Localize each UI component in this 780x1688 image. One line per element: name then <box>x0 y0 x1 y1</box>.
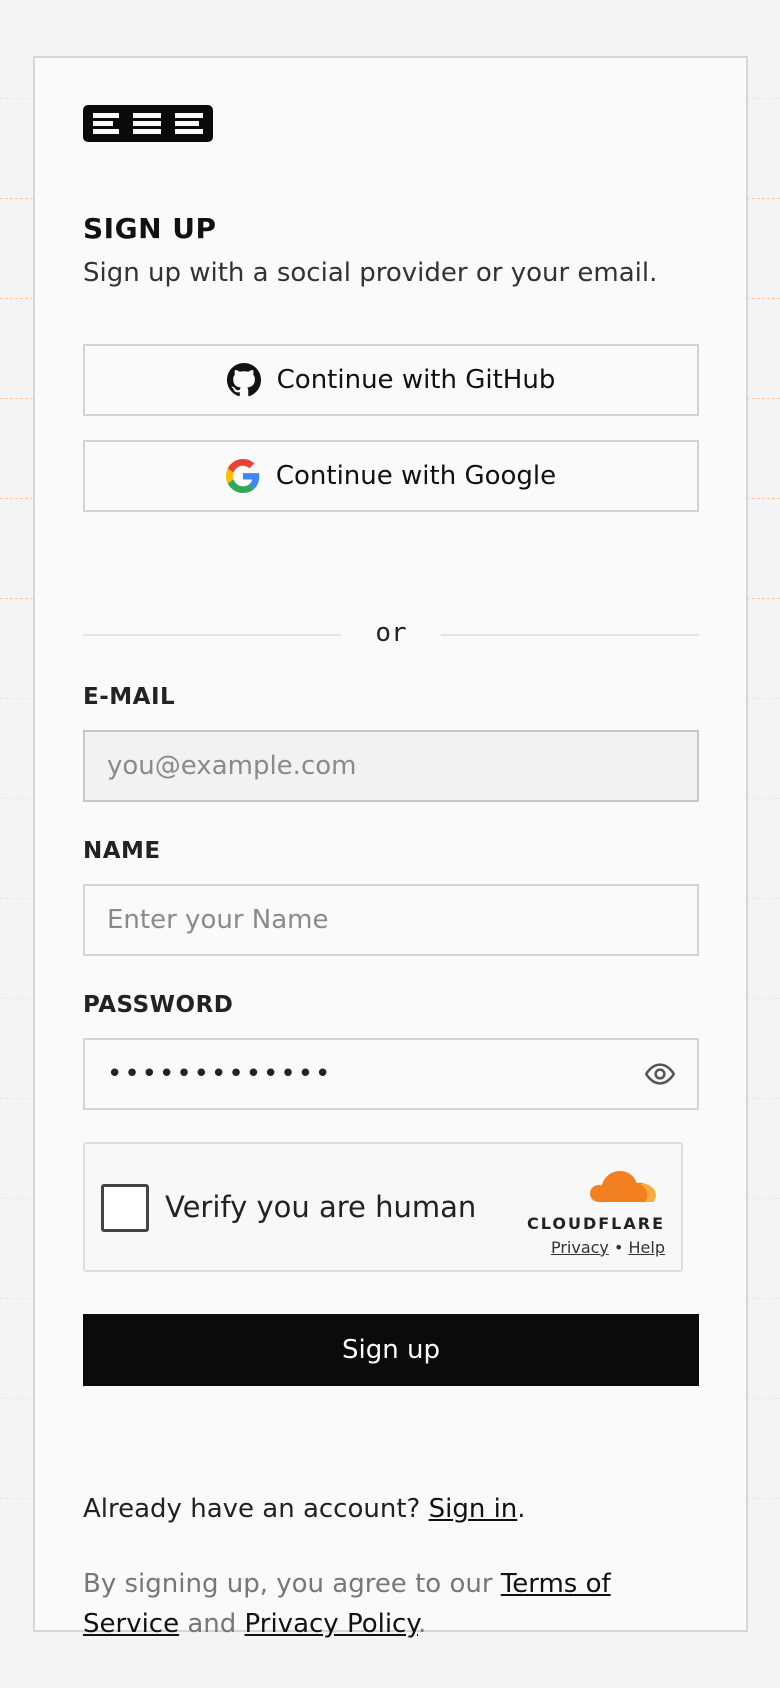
password-label: PASSWORD <box>83 992 234 1018</box>
google-button-label: Continue with Google <box>275 461 557 491</box>
cloudflare-captcha-widget: Verify you are human CLOUDFLARE Privacy … <box>83 1142 683 1272</box>
signin-suffix: . <box>517 1494 526 1524</box>
page-subtitle: Sign up with a social provider or your e… <box>83 258 658 288</box>
google-icon <box>225 459 260 493</box>
e2b-logo <box>83 105 213 142</box>
signup-card: SIGN UP Sign up with a social provider o… <box>33 56 748 1639</box>
sign-up-button[interactable]: Sign up <box>83 1314 699 1386</box>
or-divider: or <box>83 616 699 656</box>
captcha-checkbox[interactable] <box>101 1184 149 1232</box>
legal-notice: By signing up, you agree to our Terms of… <box>83 1564 703 1644</box>
captcha-help-link[interactable]: Help <box>629 1238 665 1257</box>
captcha-links: Privacy • Help <box>551 1238 665 1257</box>
name-field[interactable] <box>83 884 699 956</box>
privacy-policy-link[interactable]: Privacy Policy <box>245 1609 418 1639</box>
github-signin-button[interactable]: Continue with GitHub <box>83 344 699 416</box>
name-label: NAME <box>83 838 161 864</box>
legal-suffix: . <box>418 1609 427 1639</box>
divider-text: or <box>375 618 407 648</box>
github-icon <box>226 363 261 397</box>
github-button-label: Continue with GitHub <box>276 365 556 395</box>
page-title: SIGN UP <box>83 212 217 245</box>
legal-prefix: By signing up, you agree to our <box>83 1569 493 1599</box>
captcha-text: Verify you are human <box>165 1190 477 1224</box>
cloudflare-cloud-icon <box>590 1171 656 1202</box>
email-label: E-MAIL <box>83 684 176 710</box>
email-field[interactable] <box>83 730 699 802</box>
cloudflare-branding: CLOUDFLARE Privacy • Help <box>515 1164 665 1260</box>
signin-prefix: Already have an account? <box>83 1494 421 1524</box>
captcha-link-separator: • <box>613 1238 624 1257</box>
signin-prompt: Already have an account? Sign in. <box>83 1494 526 1524</box>
google-signin-button[interactable]: Continue with Google <box>83 440 699 512</box>
show-password-eye-icon[interactable] <box>644 1059 676 1089</box>
captcha-privacy-link[interactable]: Privacy <box>551 1238 609 1257</box>
sign-in-link[interactable]: Sign in <box>429 1494 518 1524</box>
cloudflare-wordmark: CLOUDFLARE <box>527 1214 665 1233</box>
legal-and: and <box>187 1609 237 1639</box>
password-field[interactable] <box>83 1038 699 1110</box>
